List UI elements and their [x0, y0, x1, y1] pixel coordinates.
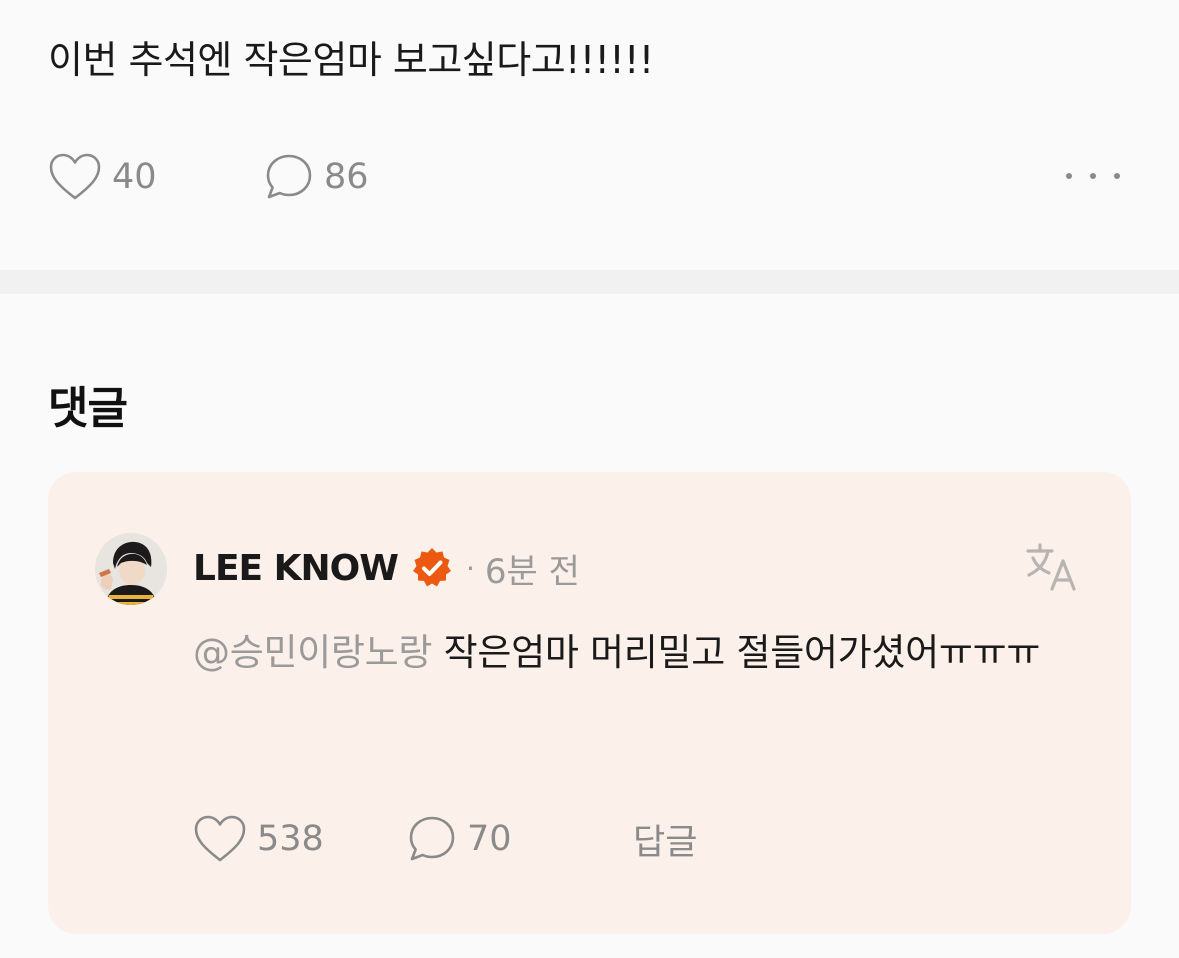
more-horizontal-icon: [1090, 173, 1096, 179]
comment-author-row: LEE KNOW · 6분 전: [193, 544, 580, 592]
comment-actions: 538 70 답글: [193, 810, 893, 868]
more-horizontal-icon: [1066, 173, 1072, 179]
comment-time: 6분 전: [484, 551, 580, 592]
meta-separator: ·: [466, 551, 475, 585]
translate-button[interactable]: [1025, 542, 1081, 594]
post-comment-button[interactable]: 86: [264, 148, 369, 206]
speech-bubble-icon: [264, 152, 314, 202]
heart-icon: [193, 814, 247, 864]
speech-bubble-icon: [407, 814, 457, 864]
author-name[interactable]: LEE KNOW: [193, 548, 399, 589]
post-text: 이번 추석엔 작은엄마 보고싶다고!!!!!!: [48, 38, 654, 82]
comment-reply-count-button[interactable]: 70: [407, 810, 512, 868]
verified-badge-icon: [410, 546, 454, 590]
translate-icon: [1025, 543, 1081, 598]
reply-button[interactable]: 답글: [633, 810, 697, 868]
section-divider: [0, 270, 1179, 294]
post-comment-count: 86: [324, 157, 369, 197]
comment-reply-count: 70: [467, 819, 512, 859]
avatar[interactable]: [95, 533, 167, 605]
more-horizontal-icon: [1114, 173, 1120, 179]
mention-link[interactable]: @승민이랑노랑: [193, 631, 432, 674]
post-like-button[interactable]: 40: [48, 148, 157, 206]
heart-icon: [48, 152, 102, 202]
comment-body: @승민이랑노랑 작은엄마 머리밀고 절들어가셨어ㅠㅠㅠ: [193, 624, 1083, 682]
comment-like-count: 538: [257, 819, 324, 859]
comment-card: LEE KNOW · 6분 전 @승민이랑노랑 작은엄마 머리밀고 절들어가셨어…: [48, 472, 1131, 934]
post: 이번 추석엔 작은엄마 보고싶다고!!!!!! 40 86: [0, 0, 1179, 270]
post-actions: 40 86: [48, 148, 1128, 206]
post-like-count: 40: [112, 157, 157, 197]
more-options-button[interactable]: [1066, 158, 1120, 194]
comments-title: 댓글: [48, 383, 128, 434]
comment-like-button[interactable]: 538: [193, 810, 324, 868]
comment-text: 작은엄마 머리밀고 절들어가셨어ㅠㅠㅠ: [443, 631, 1041, 674]
